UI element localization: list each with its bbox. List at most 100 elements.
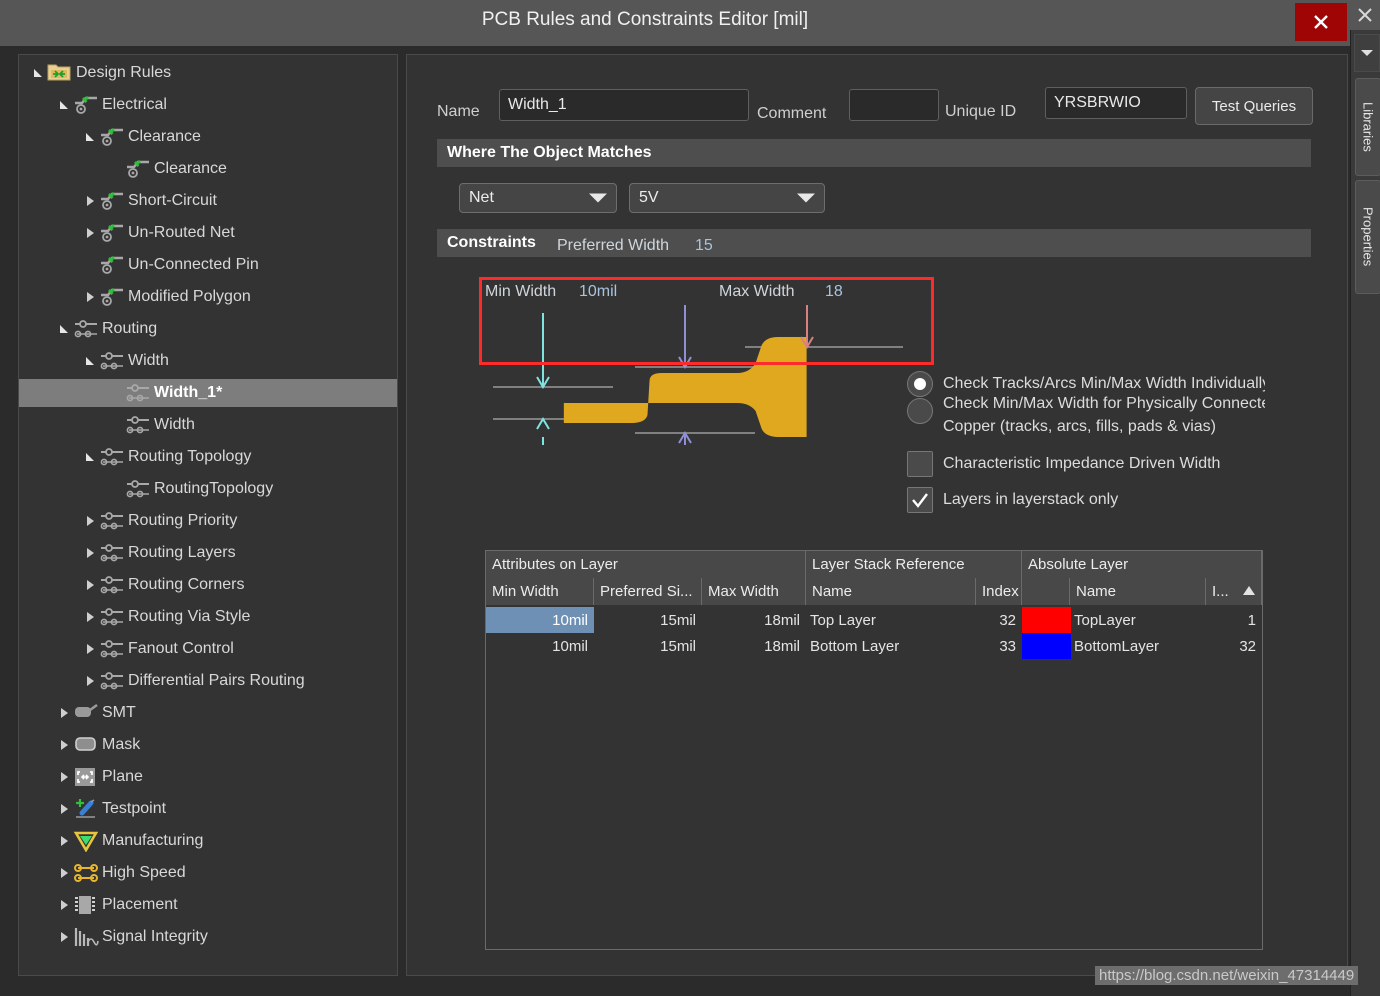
twisty-expanded-icon[interactable] xyxy=(84,131,96,143)
max-width-value[interactable]: 18 xyxy=(825,283,843,301)
tab-properties[interactable]: Properties xyxy=(1355,180,1380,294)
tree-twisty[interactable] xyxy=(29,64,47,82)
tree-twisty[interactable] xyxy=(81,128,99,146)
tree-twisty[interactable] xyxy=(55,896,73,914)
tree-twisty[interactable] xyxy=(55,96,73,114)
tree-item-short-circuit[interactable]: Short-Circuit xyxy=(19,187,397,215)
table-column-header[interactable]: Min Width xyxy=(486,578,594,605)
table-cell-stack-index[interactable]: 33 xyxy=(976,633,1022,659)
tree-twisty[interactable] xyxy=(55,736,73,754)
tree-twisty[interactable] xyxy=(81,288,99,306)
twisty-collapsed-icon[interactable] xyxy=(58,931,70,943)
table-group-header[interactable]: Absolute Layer xyxy=(1022,551,1262,578)
tree-item-width[interactable]: Width xyxy=(19,411,397,439)
tree-item-clearance[interactable]: Clearance xyxy=(19,155,397,183)
tree-item-width[interactable]: Width xyxy=(19,347,397,375)
table-group-header[interactable]: Layer Stack Reference xyxy=(806,551,1022,578)
tree-item-routing-layers[interactable]: Routing Layers xyxy=(19,539,397,567)
tree-twisty[interactable] xyxy=(81,544,99,562)
tree-twisty[interactable] xyxy=(81,192,99,210)
twisty-collapsed-icon[interactable] xyxy=(84,195,96,207)
table-cell-absolute-name[interactable]: TopLayer xyxy=(1070,607,1206,633)
table-column-header[interactable]: Max Width xyxy=(702,578,806,605)
tree-item-modified-polygon[interactable]: Modified Polygon xyxy=(19,283,397,311)
twisty-collapsed-icon[interactable] xyxy=(58,803,70,815)
table-cell-max-width[interactable]: 18mil xyxy=(702,607,806,633)
twisty-collapsed-icon[interactable] xyxy=(84,579,96,591)
tree-item-clearance[interactable]: Clearance xyxy=(19,123,397,151)
tree-twisty[interactable] xyxy=(55,928,73,946)
twisty-collapsed-icon[interactable] xyxy=(84,611,96,623)
table-cell-preferred-size[interactable]: 15mil xyxy=(594,633,702,659)
table-cell-stack-index[interactable]: 32 xyxy=(976,607,1022,633)
checkbox-characteristic-impedance[interactable] xyxy=(907,451,933,477)
table-cell-stack-name[interactable]: Top Layer xyxy=(806,607,976,633)
table-cell-min-width[interactable]: 10mil xyxy=(486,633,594,659)
tree-item-routing-corners[interactable]: Routing Corners xyxy=(19,571,397,599)
twisty-collapsed-icon[interactable] xyxy=(58,771,70,783)
table-column-header[interactable]: Preferred Si... xyxy=(594,578,702,605)
table-cell-stack-name[interactable]: Bottom Layer xyxy=(806,633,976,659)
tree-twisty[interactable] xyxy=(81,512,99,530)
tree-twisty[interactable] xyxy=(55,800,73,818)
radio-check-physically-connected[interactable] xyxy=(907,398,933,424)
tree-item-routing[interactable]: Routing xyxy=(19,315,397,343)
tree-twisty[interactable] xyxy=(81,576,99,594)
table-cell-layer-color-swatch[interactable] xyxy=(1022,607,1071,633)
table-column-header[interactable] xyxy=(1022,578,1070,605)
twisty-collapsed-icon[interactable] xyxy=(84,291,96,303)
radio-check-tracks-individually[interactable] xyxy=(907,371,933,397)
table-column-header[interactable]: Name xyxy=(1070,578,1206,605)
outer-close-button[interactable] xyxy=(1355,5,1375,25)
checkbox-layers-in-layerstack-only[interactable] xyxy=(907,487,933,513)
tree-item-routingtopology[interactable]: RoutingTopology xyxy=(19,475,397,503)
twisty-collapsed-icon[interactable] xyxy=(84,547,96,559)
twisty-collapsed-icon[interactable] xyxy=(58,835,70,847)
table-cell-layer-color-swatch[interactable] xyxy=(1022,633,1071,659)
tree-item-un-connected-pin[interactable]: Un-Connected Pin xyxy=(19,251,397,279)
tree-twisty[interactable] xyxy=(81,640,99,658)
tree-item-electrical[interactable]: Electrical xyxy=(19,91,397,119)
tree-item-routing-via-style[interactable]: Routing Via Style xyxy=(19,603,397,631)
tree-item-smt[interactable]: SMT xyxy=(19,699,397,727)
tree-item-routing-priority[interactable]: Routing Priority xyxy=(19,507,397,535)
tree-item-differential-pairs-routing[interactable]: Differential Pairs Routing xyxy=(19,667,397,695)
rule-name-input[interactable]: Width_1 xyxy=(499,89,749,121)
preferred-width-value[interactable]: 15 xyxy=(695,237,713,255)
tree-twisty[interactable] xyxy=(81,224,99,242)
table-column-header[interactable]: Index xyxy=(976,578,1022,605)
twisty-expanded-icon[interactable] xyxy=(32,67,44,79)
twisty-collapsed-icon[interactable] xyxy=(84,675,96,687)
tree-item-mask[interactable]: Mask xyxy=(19,731,397,759)
twisty-collapsed-icon[interactable] xyxy=(84,227,96,239)
twisty-expanded-icon[interactable] xyxy=(84,451,96,463)
tree-twisty[interactable] xyxy=(55,832,73,850)
test-queries-button[interactable]: Test Queries xyxy=(1195,87,1313,125)
tree-twisty[interactable] xyxy=(81,352,99,370)
tree-item-width-1[interactable]: Width_1* xyxy=(19,379,397,407)
twisty-expanded-icon[interactable] xyxy=(84,355,96,367)
tree-item-signal-integrity[interactable]: Signal Integrity xyxy=(19,923,397,951)
tree-item-fanout-control[interactable]: Fanout Control xyxy=(19,635,397,663)
comment-input[interactable] xyxy=(849,89,939,121)
tab-libraries[interactable]: Libraries xyxy=(1355,78,1380,176)
tree-item-testpoint[interactable]: Testpoint xyxy=(19,795,397,823)
tree-twisty[interactable] xyxy=(55,768,73,786)
twisty-collapsed-icon[interactable] xyxy=(84,515,96,527)
table-cell-absolute-name[interactable]: BottomLayer xyxy=(1070,633,1206,659)
tree-twisty[interactable] xyxy=(81,608,99,626)
design-rules-tree[interactable]: Design Rules Electrical Clearance Clearance… xyxy=(18,54,398,976)
twisty-collapsed-icon[interactable] xyxy=(58,899,70,911)
tree-twisty[interactable] xyxy=(81,672,99,690)
twisty-collapsed-icon[interactable] xyxy=(58,707,70,719)
twisty-collapsed-icon[interactable] xyxy=(84,643,96,655)
tree-item-high-speed[interactable]: High Speed xyxy=(19,859,397,887)
sort-ascending-icon[interactable] xyxy=(1242,584,1256,602)
tree-item-plane[interactable]: Plane xyxy=(19,763,397,791)
table-cell-min-width[interactable]: 10mil xyxy=(486,607,594,633)
table-group-header[interactable]: Attributes on Layer xyxy=(486,551,806,578)
twisty-expanded-icon[interactable] xyxy=(58,323,70,335)
table-cell-absolute-index[interactable]: 1 xyxy=(1206,607,1262,633)
rail-scroll-down-button[interactable] xyxy=(1354,34,1380,72)
close-button[interactable] xyxy=(1295,3,1347,41)
